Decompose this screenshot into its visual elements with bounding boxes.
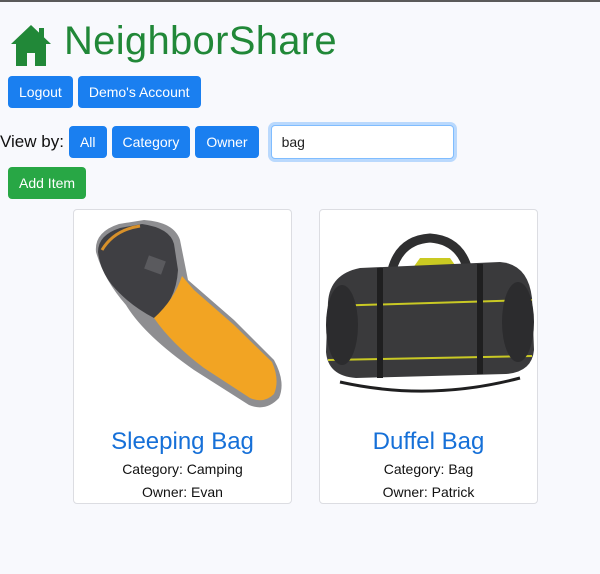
item-title[interactable]: Sleeping Bag bbox=[74, 428, 291, 456]
item-owner: Owner: Evan bbox=[142, 484, 223, 500]
view-owner-button[interactable]: Owner bbox=[195, 126, 259, 158]
account-bar: Logout Demo's Account bbox=[8, 76, 201, 108]
view-category-button[interactable]: Category bbox=[111, 126, 191, 158]
item-card[interactable]: Sleeping Bag Category: Camping Owner: Ev… bbox=[73, 209, 292, 504]
logout-button[interactable]: Logout bbox=[8, 76, 73, 108]
duffel-bag-image bbox=[326, 233, 534, 393]
item-category: Category: Camping bbox=[122, 461, 243, 477]
view-all-button[interactable]: All bbox=[68, 126, 107, 158]
item-list: Sleeping Bag Category: Camping Owner: Ev… bbox=[73, 209, 538, 504]
item-category: Category: Bag bbox=[383, 461, 474, 477]
view-by-label: View by: bbox=[0, 132, 64, 151]
home-icon[interactable] bbox=[8, 22, 54, 68]
account-button[interactable]: Demo's Account bbox=[77, 76, 201, 108]
search-input[interactable] bbox=[270, 125, 454, 159]
item-title[interactable]: Duffel Bag bbox=[320, 428, 537, 456]
app-title: NeighborShare bbox=[64, 18, 337, 63]
header: NeighborShare bbox=[8, 14, 337, 68]
item-card[interactable]: Duffel Bag Category: Bag Owner: Patrick bbox=[319, 209, 538, 504]
add-item-button[interactable]: Add Item bbox=[8, 167, 87, 199]
view-filter-bar: View by: All Category Owner bbox=[0, 125, 454, 159]
item-owner: Owner: Patrick bbox=[382, 484, 475, 500]
sleeping-bag-image bbox=[95, 220, 282, 408]
